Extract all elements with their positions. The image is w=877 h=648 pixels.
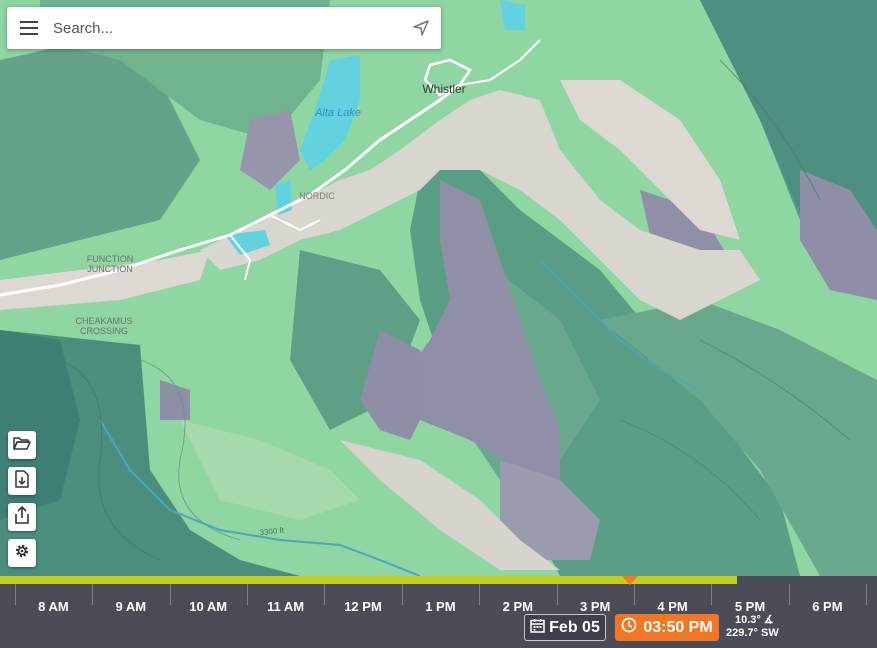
- clock-icon: [621, 617, 637, 638]
- search-input[interactable]: [51, 18, 401, 38]
- share-button[interactable]: [8, 503, 36, 531]
- open-folder-button[interactable]: [8, 431, 36, 459]
- timeline-bar: M 8 AM 9 AM 10 AM 11 AM 12 PM 1 PM 2 PM 3 PM 4 PM…: [0, 576, 877, 648]
- date-button[interactable]: Feb 05: [524, 614, 606, 641]
- gear-icon: [13, 542, 31, 565]
- timeline-tick-label[interactable]: M: [0, 599, 11, 614]
- sun-elevation: 10.3°: [735, 614, 761, 626]
- folder-open-icon: [13, 435, 31, 456]
- timeline-tick: [788, 584, 790, 605]
- timeline-ticks: M 8 AM 9 AM 10 AM 11 AM 12 PM 1 PM 2 PM 3 PM 4 PM…: [0, 584, 877, 614]
- timeline-tick-label[interactable]: 6 PM: [792, 599, 862, 614]
- hamburger-menu-icon[interactable]: [7, 7, 51, 49]
- date-label: Feb 05: [549, 618, 600, 636]
- timeline-tick: [479, 584, 481, 605]
- share-icon: [14, 505, 30, 529]
- timeline-tick-label[interactable]: 5 PM: [715, 599, 785, 614]
- map-label-function-junction-line2: JUNCTION: [87, 264, 133, 274]
- map-label-whistler: Whistler: [422, 82, 465, 96]
- timeline-track[interactable]: [0, 576, 877, 585]
- timeline-tick: [711, 584, 713, 605]
- timeline-tick-label[interactable]: 10 AM: [173, 599, 243, 614]
- timeline-tick-label[interactable]: 1 PM: [405, 599, 475, 614]
- timeline-tick-label[interactable]: 12 PM: [328, 599, 398, 614]
- import-file-button[interactable]: [8, 467, 36, 495]
- map-label-function-junction-line1: FUNCTION: [87, 254, 134, 264]
- map-label-alta-lake: Alta Lake: [314, 107, 361, 119]
- timeline-tick: [14, 584, 16, 605]
- time-button[interactable]: 03:50 PM: [615, 614, 719, 641]
- timeline-tick: [169, 584, 171, 605]
- map-label-cheakamus-line2: CROSSING: [80, 326, 128, 336]
- calendar-icon: [530, 618, 545, 638]
- sun-azimuth: 229.7° SW: [726, 627, 779, 639]
- timeline-tick-label[interactable]: 8 AM: [18, 599, 88, 614]
- timeline-tick: [401, 584, 403, 605]
- file-import-icon: [14, 469, 30, 493]
- timeline-tick-label[interactable]: 11 AM: [251, 599, 321, 614]
- timeline-tick-label[interactable]: 3 PM: [560, 599, 630, 614]
- navigation-arrow-icon[interactable]: [401, 7, 441, 49]
- timeline-tick-label[interactable]: 2 PM: [483, 599, 553, 614]
- map-label-cheakamus-line1: CHEAKAMUS: [75, 316, 132, 326]
- sun-angle-icon: ∡: [763, 614, 774, 626]
- timeline-tick: [633, 584, 635, 605]
- timeline-tick: [246, 584, 248, 605]
- time-label: 03:50 PM: [643, 618, 713, 636]
- search-bar: [7, 7, 441, 49]
- map-canvas[interactable]: Whistler Alta Lake NORDIC FUNCTION JUNCT…: [0, 0, 877, 576]
- timeline-tick-label[interactable]: 9 AM: [96, 599, 166, 614]
- timeline-tick: [92, 584, 94, 605]
- timeline-tick-label[interactable]: 4 PM: [638, 599, 708, 614]
- map-label-nordic: NORDIC: [299, 191, 335, 201]
- timeline-tick: [556, 584, 558, 605]
- sun-info: 10.3° ∡ 229.7° SW: [726, 614, 779, 640]
- timeline-tick: [324, 584, 326, 605]
- timeline-tick: [866, 584, 868, 605]
- settings-button[interactable]: [8, 539, 36, 567]
